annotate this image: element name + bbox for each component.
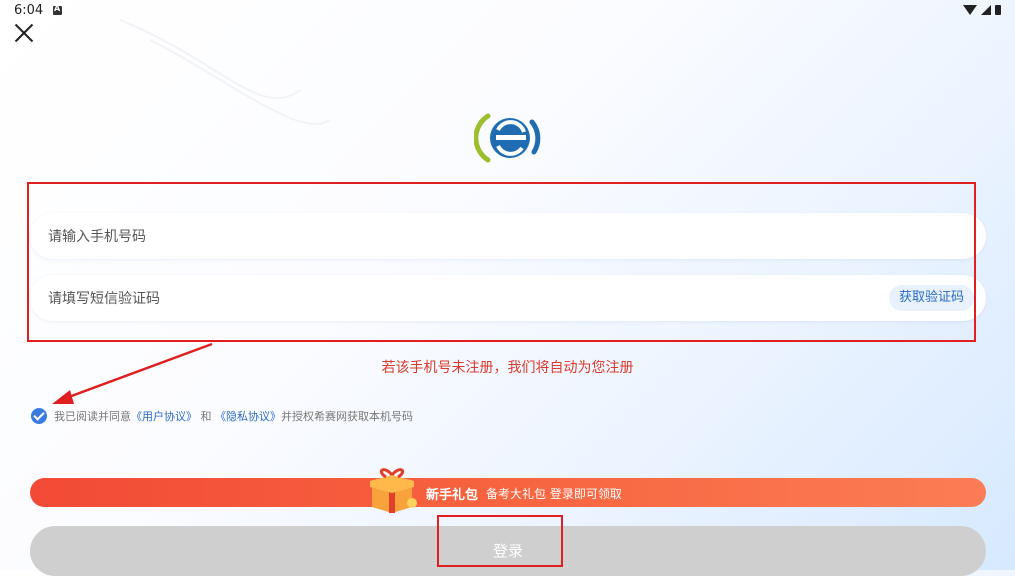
form-highlight-box (27, 182, 976, 342)
agreement-suffix: 并授权希赛网获取本机号码 (281, 410, 413, 423)
app-logo (474, 113, 541, 163)
user-agreement-link[interactable]: 《用户协议》 (131, 410, 197, 423)
agreement-checkbox[interactable] (31, 408, 47, 424)
agreement-and: 和 (200, 410, 212, 423)
agreement-text: 我已阅读并同意《用户协议》 和 《隐私协议》并授权希赛网获取本机号码 (54, 408, 413, 424)
battery-icon (995, 5, 1001, 15)
system-icons (963, 5, 1001, 15)
gift-subtitle: 备考大礼包 登录即可领取 (486, 487, 622, 501)
gift-title: 新手礼包 (426, 488, 479, 503)
auto-register-note: 若该手机号未注册，我们将自动为您注册 (381, 360, 634, 376)
agreement-row: 我已阅读并同意《用户协议》 和 《隐私协议》并授权希赛网获取本机号码 (31, 406, 413, 426)
close-icon[interactable] (12, 21, 36, 45)
login-highlight-box (437, 515, 563, 567)
gift-banner[interactable]: 新手礼包 备考大礼包 登录即可领取 (30, 468, 986, 513)
agreement-prefix: 我已阅读并同意 (54, 410, 131, 423)
notification-icon (53, 4, 62, 15)
signal-icon (981, 5, 991, 15)
wifi-icon (963, 5, 977, 15)
gift-box-icon (370, 468, 417, 513)
status-bar: 6:04 (0, 0, 1015, 22)
status-time: 6:04 (14, 3, 44, 18)
privacy-agreement-link[interactable]: 《隐私协议》 (215, 410, 281, 423)
